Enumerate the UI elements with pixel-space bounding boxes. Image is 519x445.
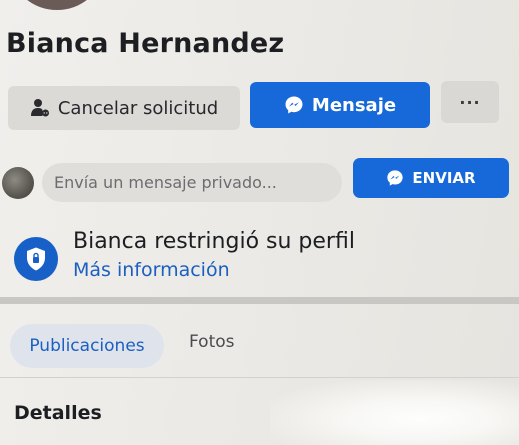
tab-publicaciones-label: Publicaciones (29, 336, 145, 356)
restricted-profile-notice: Bianca restringió su perfil (73, 229, 355, 254)
private-message-input[interactable]: Envía un mensaje privado... (42, 163, 342, 202)
user-pending-icon (30, 98, 50, 118)
profile-avatar[interactable] (12, 0, 102, 10)
screen-glare (270, 380, 519, 445)
cancel-request-label: Cancelar solicitud (57, 97, 219, 119)
more-options-button[interactable]: ··· (441, 81, 499, 123)
tab-publicaciones[interactable]: Publicaciones (10, 324, 164, 368)
message-button-label: Mensaje (311, 94, 397, 116)
tabs-divider (0, 377, 519, 378)
profile-page: Bianca Hernandez Cancelar solicitud Mens… (0, 0, 519, 445)
viewer-avatar (2, 167, 34, 199)
messenger-icon (386, 169, 404, 187)
tab-fotos[interactable]: Fotos (189, 332, 235, 352)
messenger-icon (284, 95, 304, 115)
details-heading: Detalles (14, 402, 102, 424)
send-button-label: ENVIAR (412, 169, 476, 187)
more-info-link[interactable]: Más información (73, 259, 230, 281)
profile-name: Bianca Hernandez (6, 28, 285, 59)
section-divider (0, 297, 519, 304)
cancel-request-button[interactable]: Cancelar solicitud (8, 86, 240, 130)
private-message-placeholder: Envía un mensaje privado... (54, 173, 277, 192)
send-button[interactable]: ENVIAR (353, 158, 509, 198)
more-options-label: ··· (459, 92, 481, 112)
message-button[interactable]: Mensaje (250, 82, 430, 128)
shield-lock-icon (14, 237, 58, 281)
